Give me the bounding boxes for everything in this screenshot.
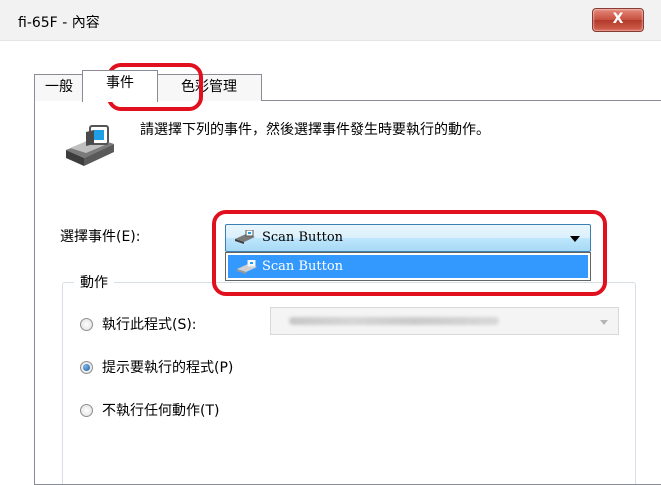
radio-prompt-program-label: 提示要執行的程式(P)	[102, 360, 234, 376]
event-description: 請選擇下列的事件，然後選擇事件發生時要執行的動作。	[140, 122, 490, 138]
dropdown-option-scan-button[interactable]: Scan Button	[228, 255, 588, 278]
radio-no-action-label: 不執行任何動作(T)	[102, 403, 220, 419]
window-title: fi-65F - 內容	[18, 15, 100, 31]
event-select-value: Scan Button	[262, 230, 344, 245]
chevron-down-icon	[570, 236, 580, 242]
radio-run-program-label: 執行此程式(S):	[102, 317, 197, 333]
radio-no-action[interactable]	[80, 404, 93, 417]
actions-group-title: 動作	[74, 272, 114, 292]
close-button[interactable]: X	[592, 8, 644, 32]
event-dropdown-list: Scan Button	[225, 252, 591, 281]
title-bar: fi-65F - 內容 X	[0, 0, 661, 41]
select-event-label: 選擇事件(E):	[60, 229, 141, 245]
tab-events[interactable]: 事件	[82, 70, 158, 102]
close-icon: X	[612, 11, 624, 27]
tab-general[interactable]: 一般	[34, 74, 84, 101]
radio-prompt-program[interactable]	[80, 361, 93, 374]
radio-run-program[interactable]	[80, 318, 93, 331]
event-select[interactable]: Scan Button	[225, 224, 591, 252]
program-select	[270, 307, 619, 335]
tab-color-management[interactable]: 色彩管理	[156, 74, 262, 101]
properties-dialog: fi-65F - 內容 X 一般 事件 色彩管理 請選擇下列的事件，然後選擇事件…	[0, 0, 661, 485]
program-select-blurred-value	[289, 317, 499, 325]
chevron-down-icon	[600, 320, 608, 325]
scanner-icon	[237, 260, 257, 274]
scanner-icon	[235, 230, 255, 244]
scanner-icon	[66, 125, 114, 166]
